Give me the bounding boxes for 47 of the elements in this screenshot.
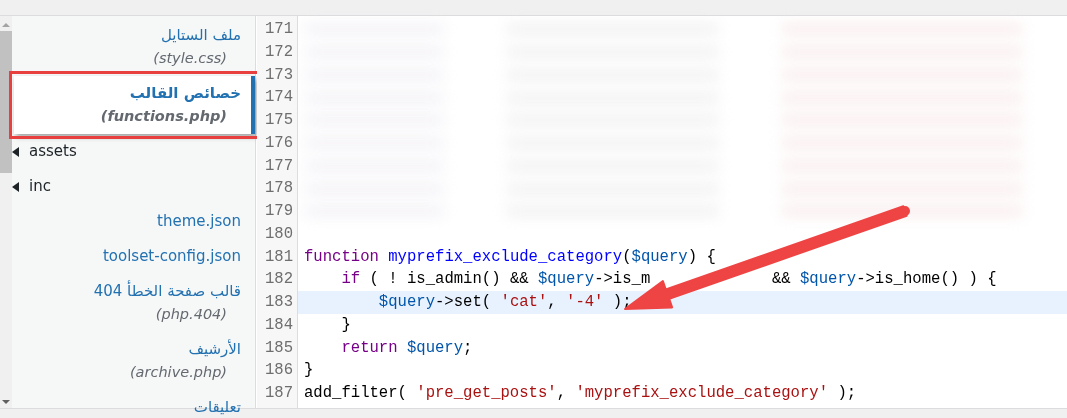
line-number: 177 [263, 155, 294, 177]
file-name: (style.css) [152, 49, 227, 68]
line-number: 176 [263, 132, 294, 154]
folder-item[interactable]: inc [12, 169, 241, 204]
file-title: تعليقات [192, 397, 241, 418]
folder-item[interactable]: assets [12, 134, 241, 169]
code-line: } [304, 360, 314, 382]
line-number: 179 [263, 201, 294, 222]
line-number: 175 [263, 110, 294, 131]
file-item[interactable]: تعليقات [12, 390, 241, 418]
code-line: return $query; [340, 337, 473, 359]
scroll-down-icon[interactable] [2, 400, 10, 404]
file-title: الأرشيف [187, 338, 241, 360]
folder-name: assets [29, 141, 77, 162]
file-title: ملف الستايل [159, 25, 241, 46]
line-number: 180 [263, 223, 294, 245]
code-line: add_filter( 'pre_get_posts', 'myprefix_exclude_category' ); [304, 383, 857, 404]
code-line: function myprefix_exclude_category($query) { [304, 246, 716, 268]
line-number: 172 [263, 41, 294, 63]
file-name: (archive.php) [128, 363, 227, 382]
line-number: 182 [263, 269, 294, 291]
file-name: (php.404) [154, 305, 227, 324]
code-line: if ( ! is_admin() && $query->is_m && $query->is_home() ) { [340, 269, 997, 291]
collapsed-caret-icon[interactable] [12, 146, 19, 157]
line-number: 186 [263, 360, 294, 382]
file-item[interactable]: theme.json [12, 204, 241, 239]
line-number: 171 [263, 19, 294, 40]
line-number: 181 [263, 246, 294, 268]
file-name: (functions.php) [99, 107, 227, 126]
file-title: خصائص القالب [128, 83, 241, 104]
line-number: 185 [263, 337, 294, 359]
file-title: قالب صفحة الخطأ 404 [92, 280, 241, 302]
folder-name: inc [29, 176, 51, 197]
scrollbar-thumb[interactable] [0, 31, 12, 173]
code-line: $query->set( 'cat', '-4' ); [377, 292, 632, 313]
line-number: 173 [263, 64, 294, 86]
code-line: } [340, 314, 351, 336]
file-title: toolset-config.json [101, 246, 241, 267]
line-number: 184 [263, 314, 294, 336]
line-number: 187 [263, 383, 294, 404]
collapsed-caret-icon[interactable] [12, 181, 19, 192]
line-number: 174 [263, 87, 294, 109]
line-number: 178 [263, 178, 294, 200]
scrollbar[interactable] [0, 16, 12, 408]
file-title: theme.json [156, 211, 241, 232]
file-item[interactable]: toolset-config.json [12, 239, 241, 274]
line-number: 183 [263, 292, 294, 313]
